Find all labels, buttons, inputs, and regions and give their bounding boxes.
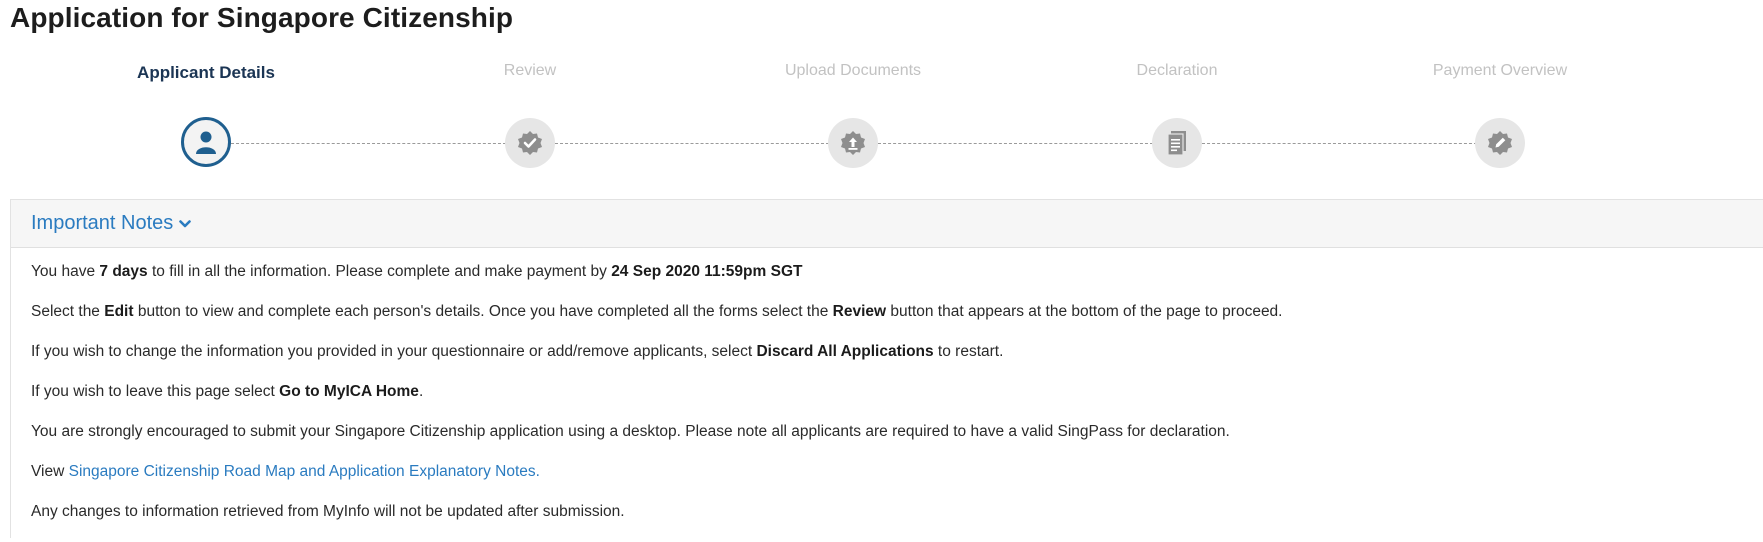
note-text: If you wish to leave this page select: [31, 383, 280, 400]
step-connector: [231, 143, 506, 144]
important-notes-body: You have 7 days to fill in all the infor…: [11, 248, 1763, 542]
note-bold: Edit: [104, 303, 134, 320]
step-label-review[interactable]: Review: [504, 62, 556, 80]
important-notes-toggle[interactable]: Important Notes: [11, 200, 1763, 248]
note-text: button to view and complete each person'…: [133, 303, 833, 320]
step-connector: [878, 143, 1153, 144]
step-label-payment-overview[interactable]: Payment Overview: [1433, 62, 1567, 80]
note-text: .: [418, 383, 424, 400]
verified-badge-icon: [517, 130, 543, 156]
step-label-declaration[interactable]: Declaration: [1137, 62, 1218, 80]
chevron-down-icon[interactable]: [179, 216, 192, 234]
step-connector: [1202, 143, 1477, 144]
note-text: to fill in all the information. Please c…: [147, 263, 612, 280]
note-text: Any changes to information retrieved fro…: [31, 503, 625, 520]
step-label-upload-documents[interactable]: Upload Documents: [785, 62, 921, 80]
note-deadline: You have 7 days to fill in all the infor…: [31, 262, 1763, 302]
note-text: to restart.: [933, 343, 1004, 360]
document-icon: [1166, 130, 1188, 156]
important-notes-title[interactable]: Important Notes: [31, 212, 173, 235]
page-title: Application for Singapore Citizenship: [10, 2, 514, 33]
note-desktop-recommendation: You are strongly encouraged to submit yo…: [31, 422, 1763, 462]
note-discard-applications: If you wish to change the information yo…: [31, 342, 1763, 382]
road-map-link[interactable]: Singapore Citizenship Road Map and Appli…: [69, 463, 540, 480]
step-declaration[interactable]: [1152, 118, 1202, 168]
step-label-applicant-details[interactable]: Applicant Details: [137, 63, 275, 83]
note-bold: 7 days: [99, 263, 148, 280]
note-bold: 24 Sep 2020 11:59pm SGT: [611, 263, 803, 280]
step-applicant-details[interactable]: [181, 117, 231, 167]
note-myinfo: Any changes to information retrieved fro…: [31, 502, 1763, 542]
step-payment-overview[interactable]: [1475, 118, 1525, 168]
user-icon: [195, 130, 217, 154]
note-text: If you wish to change the information yo…: [31, 343, 757, 360]
note-bold: Discard All Applications: [756, 343, 934, 360]
note-road-map: View Singapore Citizenship Road Map and …: [31, 462, 1763, 502]
note-leave-page: If you wish to leave this page select Go…: [31, 382, 1763, 422]
note-text: You have: [31, 263, 100, 280]
step-connector: [555, 143, 829, 144]
edit-badge-icon: [1487, 130, 1513, 156]
note-bold: Review: [832, 303, 887, 320]
important-notes-panel: Important Notes You have 7 days to fill …: [10, 199, 1763, 538]
upload-badge-icon: [840, 130, 866, 156]
note-text: Select the: [31, 303, 105, 320]
step-upload-documents[interactable]: [828, 118, 878, 168]
note-text: You are strongly encouraged to submit yo…: [31, 423, 1230, 440]
note-edit-instructions: Select the Edit button to view and compl…: [31, 302, 1763, 342]
note-bold: Go to MyICA Home: [279, 383, 419, 400]
step-review[interactable]: [505, 118, 555, 168]
note-text: button that appears at the bottom of the…: [886, 303, 1283, 320]
note-text: View: [31, 463, 69, 480]
